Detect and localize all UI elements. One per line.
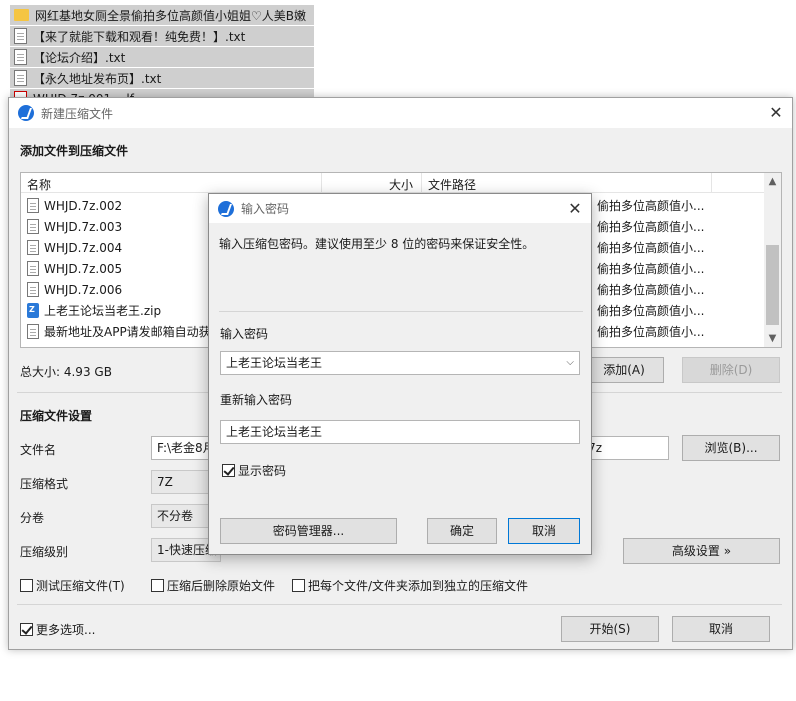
test-archive-checkbox[interactable]: 测试压缩文件(T) [20, 577, 125, 594]
add-button[interactable]: 添加(A) [584, 357, 664, 383]
text-file-icon [14, 49, 27, 65]
split-label: 分卷 [20, 511, 45, 525]
checkbox-box[interactable] [151, 579, 164, 592]
show-password-checkbox[interactable]: 显示密码 [222, 462, 286, 479]
chevron-up-icon[interactable]: ▲ [764, 173, 781, 190]
delete-after-checkbox[interactable]: 压缩后删除原始文件 [151, 577, 275, 594]
text-file-icon [27, 324, 39, 339]
level-label: 压缩级别 [20, 545, 69, 559]
password-label: 输入密码 [220, 327, 269, 341]
background-list-item[interactable]: 【来了就能下载和观看！纯免费！】.txt [10, 26, 314, 46]
checkbox-box[interactable] [20, 579, 33, 592]
password-instruction: 输入压缩包密码。建议使用至少 8 位的密码来保证安全性。 [219, 237, 535, 251]
checkbox-box[interactable] [222, 464, 235, 477]
text-file-icon [14, 70, 27, 86]
column-header-size[interactable]: 大小 [389, 176, 413, 193]
password-manager-button[interactable]: 密码管理器... [220, 518, 397, 544]
format-label: 压缩格式 [20, 477, 69, 491]
file-list-scrollbar[interactable]: ▲ ▼ [764, 173, 781, 347]
folder-icon [14, 9, 29, 21]
advanced-settings-button[interactable]: 高级设置 » [623, 538, 780, 564]
app-logo-icon [218, 200, 234, 217]
checkbox-box[interactable] [292, 579, 305, 592]
column-header-path[interactable]: 文件路径 [428, 176, 476, 193]
start-button[interactable]: 开始(S) [561, 616, 659, 642]
text-file-icon [27, 219, 39, 234]
dialog-title: 输入密码 [241, 202, 290, 216]
divider [17, 604, 782, 605]
settings-heading: 压缩文件设置 [20, 409, 93, 423]
app-logo-icon [18, 105, 34, 121]
column-divider[interactable] [321, 173, 322, 193]
dialog-cancel-button[interactable]: 取消 [508, 518, 580, 544]
text-file-icon [27, 261, 39, 276]
file-list-header: 名称 大小 文件路径 [21, 173, 781, 193]
chevron-down-icon[interactable]: ⌵ [566, 352, 574, 374]
password-dialog: 输入密码 ✕ 输入压缩包密码。建议使用至少 8 位的密码来保证安全性。 输入密码… [208, 193, 592, 555]
password-field[interactable]: 上老王论坛当老王 ⌵ [220, 351, 580, 375]
column-header-name[interactable]: 名称 [27, 176, 51, 193]
column-divider[interactable] [711, 173, 712, 193]
text-file-icon [27, 240, 39, 255]
filename-label: 文件名 [20, 443, 57, 457]
separate-archives-checkbox[interactable]: 把每个文件/文件夹添加到独立的压缩文件 [292, 577, 528, 594]
window-title: 新建压缩文件 [41, 106, 114, 121]
close-icon[interactable]: ✕ [563, 197, 587, 221]
scrollbar-thumb[interactable] [766, 245, 779, 325]
background-list-item[interactable]: 网红基地女厕全景偷拍多位高颜值小姐姐♡人美B嫩 [10, 5, 314, 25]
column-divider[interactable] [421, 173, 422, 193]
background-list-item[interactable]: 【论坛介绍】.txt [10, 47, 314, 67]
confirm-password-field[interactable]: 上老王论坛当老王 [220, 420, 580, 444]
delete-button[interactable]: 删除(D) [682, 357, 780, 383]
chevron-down-icon[interactable]: ▼ [764, 330, 781, 347]
add-files-heading: 添加文件到压缩文件 [20, 144, 129, 158]
window-titlebar: 新建压缩文件 ✕ [9, 98, 792, 128]
ok-button[interactable]: 确定 [427, 518, 497, 544]
background-list-item[interactable]: 【永久地址发布页】.txt [10, 68, 314, 88]
close-icon[interactable]: ✕ [764, 101, 788, 125]
checkbox-box[interactable] [20, 623, 33, 636]
browse-button[interactable]: 浏览(B)... [682, 435, 780, 461]
divider [219, 311, 583, 312]
zip-file-icon [27, 303, 39, 318]
confirm-password-label: 重新输入密码 [220, 393, 293, 407]
cancel-button[interactable]: 取消 [672, 616, 770, 642]
text-file-icon [27, 282, 39, 297]
dialog-titlebar: 输入密码 ✕ [209, 194, 591, 223]
more-options-checkbox[interactable]: 更多选项... [20, 621, 95, 638]
text-file-icon [27, 198, 39, 213]
total-size: 总大小: 4.93 GB [20, 365, 112, 379]
text-file-icon [14, 28, 27, 44]
